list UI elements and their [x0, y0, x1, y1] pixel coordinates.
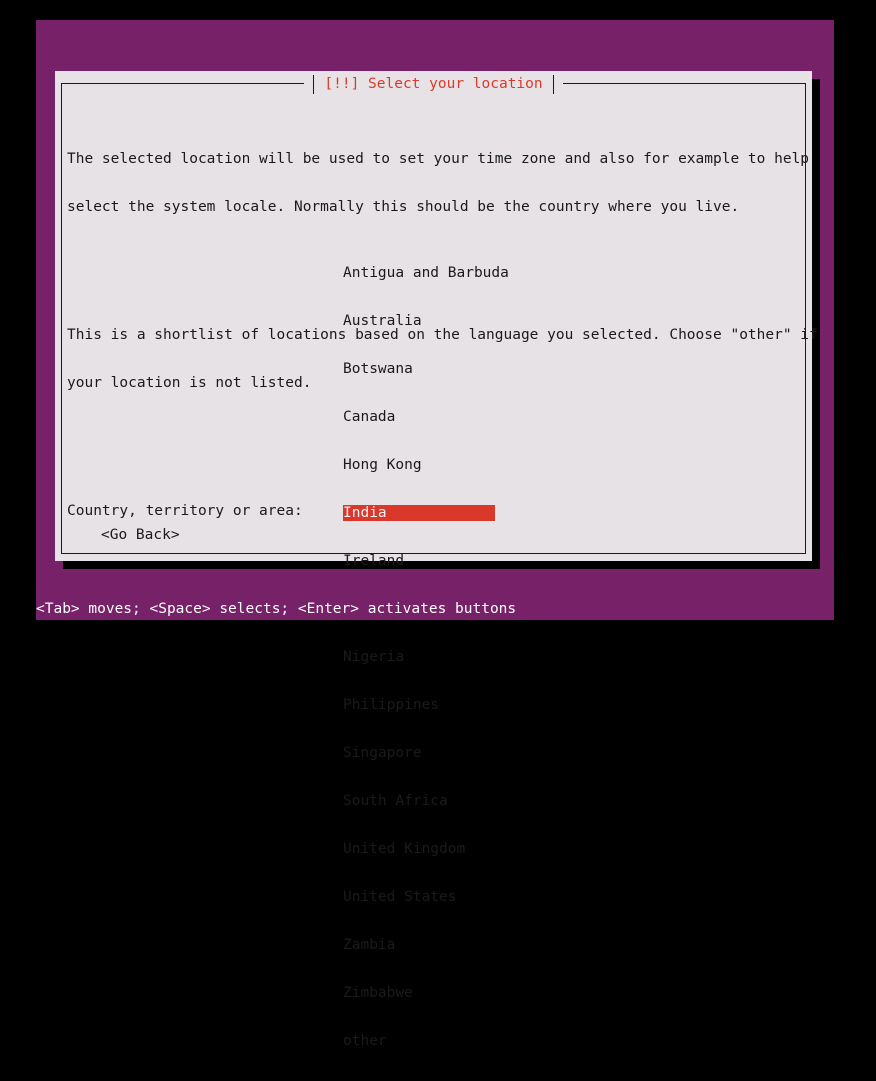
dialog-body: The selected location will be used to se… [67, 103, 818, 1049]
list-item[interactable]: Nigeria [343, 649, 495, 665]
status-bar: <Tab> moves; <Space> selects; <Enter> ac… [36, 598, 834, 620]
list-item[interactable]: Botswana [343, 361, 495, 377]
list-item[interactable]: Antigua and Barbuda [343, 265, 509, 281]
list-item[interactable]: South Africa [343, 793, 495, 809]
installer-screen: [!!] Select your location The selected l… [0, 0, 876, 1049]
list-item[interactable]: other [343, 1033, 495, 1049]
list-item[interactable]: Zambia [343, 937, 495, 953]
go-back-button[interactable]: <Go Back> [101, 527, 180, 543]
list-item[interactable]: United Kingdom [343, 841, 495, 857]
list-item-selected[interactable]: India [343, 505, 495, 521]
list-item[interactable]: Ireland [343, 553, 495, 569]
list-item[interactable]: Philippines [343, 697, 495, 713]
list-item[interactable]: United States [343, 889, 495, 905]
list-item[interactable]: Singapore [343, 745, 495, 761]
intro-paragraph-line-1: The selected location will be used to se… [67, 151, 810, 167]
list-item[interactable]: Australia [343, 313, 495, 329]
intro-paragraph-line-2: select the system locale. Normally this … [67, 199, 740, 215]
list-item[interactable]: Canada [343, 409, 495, 425]
list-item[interactable]: Hong Kong [343, 457, 495, 473]
country-list[interactable]: Antigua and Barbuda Australia Botswana C… [343, 233, 509, 1081]
list-item[interactable]: Zimbabwe [343, 985, 495, 1001]
select-location-dialog: [!!] Select your location The selected l… [55, 71, 818, 1049]
